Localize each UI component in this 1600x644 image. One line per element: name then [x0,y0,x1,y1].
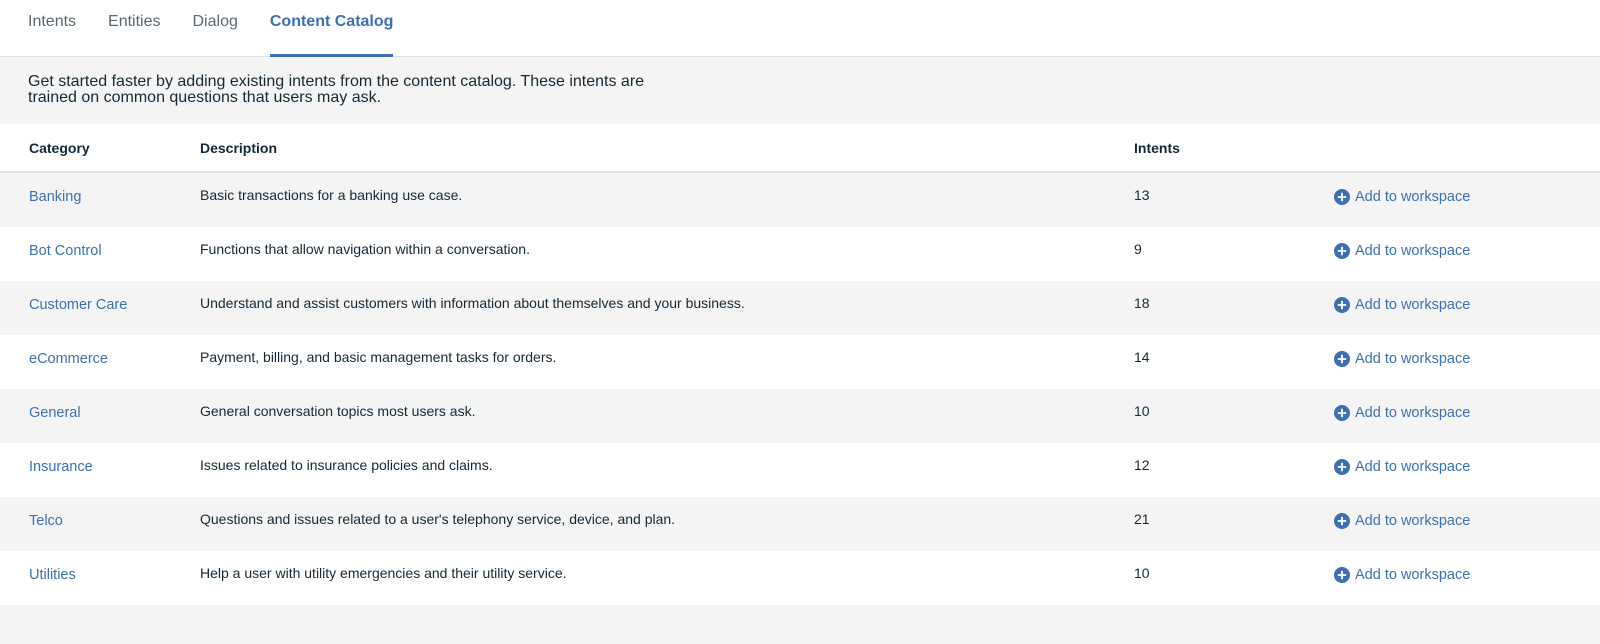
category-link[interactable]: Banking [0,187,200,205]
tab-bar: Intents Entities Dialog Content Catalog [0,0,1600,57]
add-to-workspace-button[interactable]: Add to workspace [1334,565,1470,583]
category-link[interactable]: Insurance [0,457,200,475]
add-to-workspace-label: Add to workspace [1355,405,1471,421]
tab-content-catalog[interactable]: Content Catalog [269,0,393,57]
add-to-workspace-button[interactable]: Add to workspace [1334,295,1470,313]
add-to-workspace-label: Add to workspace [1355,459,1471,475]
header-description: Description [200,139,278,156]
table-row: Banking Basic transactions for a banking … [0,173,1600,227]
header-intents: Intents [1134,139,1180,156]
plus-circle-icon [1334,513,1350,529]
add-to-workspace-button[interactable]: Add to workspace [1334,457,1470,475]
table-header: Category Description Intents [0,124,1600,173]
row-intent-count: 13 [1134,187,1150,203]
row-description: Functions that allow navigation within a… [200,241,530,257]
table-row: eCommerce Payment, billing, and basic man… [0,335,1600,389]
plus-circle-icon [1334,351,1350,367]
add-to-workspace-button[interactable]: Add to workspace [1334,403,1470,421]
table-row: Insurance Issues related to insurance pol… [0,443,1600,497]
tab-dialog[interactable]: Dialog [193,0,238,56]
add-to-workspace-button[interactable]: Add to workspace [1334,187,1470,205]
row-description: Payment, billing, and basic management t… [200,349,557,365]
tab-entities[interactable]: Entities [108,0,160,56]
row-intent-count: 12 [1134,457,1150,473]
row-intent-count: 10 [1134,565,1150,581]
add-to-workspace-button[interactable]: Add to workspace [1334,349,1470,367]
add-to-workspace-button[interactable]: Add to workspace [1334,511,1470,529]
row-description: Help a user with utility emergencies and… [200,565,567,581]
category-link[interactable]: Telco [0,511,200,529]
table-row: Utilities Help a user with utility emerge… [0,551,1600,605]
plus-circle-icon [1334,243,1350,259]
row-description: Questions and issues related to a user's… [200,511,676,527]
row-intent-count: 14 [1134,349,1150,365]
header-category: Category [29,139,90,156]
tab-intents[interactable]: Intents [28,0,76,56]
add-to-workspace-label: Add to workspace [1355,567,1471,583]
add-to-workspace-label: Add to workspace [1355,243,1471,259]
row-description: General conversation topics most users a… [200,403,476,419]
plus-circle-icon [1334,459,1350,475]
table-body: Banking Basic transactions for a banking … [0,173,1600,605]
add-to-workspace-label: Add to workspace [1355,351,1471,367]
content-catalog-table: Category Description Intents Banking Basi… [0,124,1600,605]
plus-circle-icon [1334,189,1350,205]
category-link[interactable]: Utilities [0,565,200,583]
category-link[interactable]: General [0,403,200,421]
row-intent-count: 21 [1134,511,1150,527]
add-to-workspace-label: Add to workspace [1355,513,1471,529]
row-description: Issues related to insurance policies and… [200,457,493,473]
category-link[interactable]: Bot Control [0,241,200,259]
row-intent-count: 10 [1134,403,1150,419]
plus-circle-icon [1334,567,1350,583]
category-link[interactable]: Customer Care [0,295,200,313]
add-to-workspace-label: Add to workspace [1355,189,1471,205]
category-link[interactable]: eCommerce [0,349,200,367]
plus-circle-icon [1334,405,1350,421]
table-row: Customer Care Understand and assist custo… [0,281,1600,335]
table-row: General General conversation topics most … [0,389,1600,443]
row-intent-count: 18 [1134,295,1150,311]
row-description: Understand and assist customers with inf… [200,295,745,311]
intro-text: Get started faster by adding existing in… [28,73,645,106]
row-intent-count: 9 [1134,241,1142,257]
table-row: Telco Questions and issues related to a u… [0,497,1600,551]
add-to-workspace-label: Add to workspace [1355,297,1471,313]
plus-circle-icon [1334,297,1350,313]
add-to-workspace-button[interactable]: Add to workspace [1334,241,1470,259]
table-row: Bot Control Functions that allow navigati… [0,227,1600,281]
row-description: Basic transactions for a banking use cas… [200,187,463,203]
